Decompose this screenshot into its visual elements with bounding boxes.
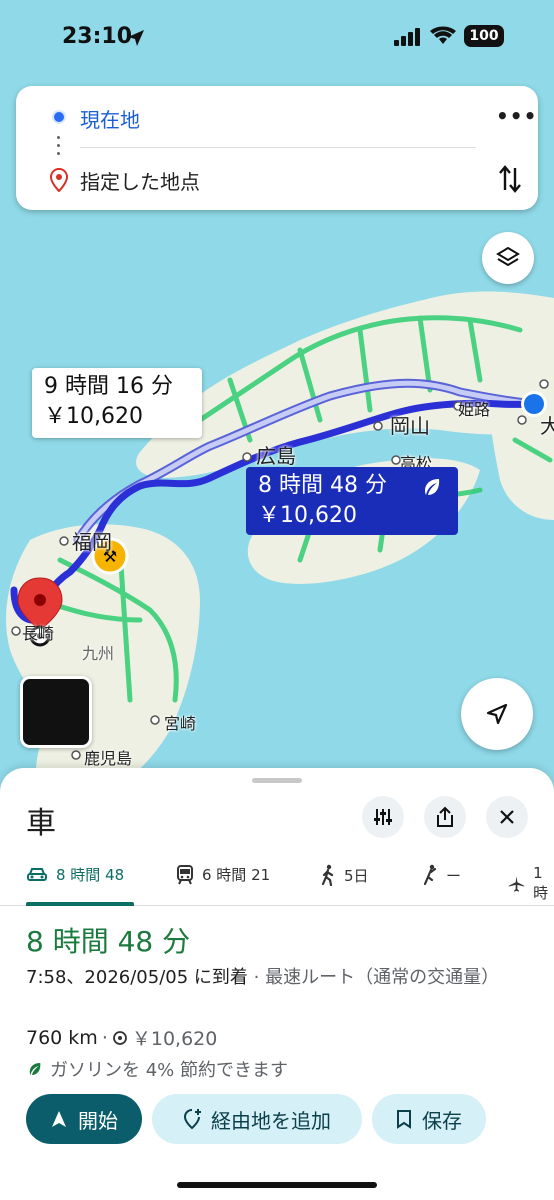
street-view-thumbnail[interactable] [20, 676, 92, 748]
leaf-icon [29, 1063, 41, 1075]
origin-dot-icon [52, 110, 66, 124]
tab-flight-label: 1時 [533, 864, 549, 902]
close-icon [500, 810, 514, 824]
directions-search-card: 現在地 ••• 指定した地点 [16, 86, 538, 210]
travel-mode-tabs: 8 時間 48 6 時間 21 5日 ー 1時 [0, 854, 554, 906]
swap-icon[interactable] [498, 164, 522, 194]
tab-ride[interactable]: ー [420, 864, 461, 886]
arrival-info: 7:58、2026/05/05 に到着 · 最速ルート（通常の交通量） [26, 964, 526, 992]
navigation-arrow-icon [486, 703, 508, 725]
close-button[interactable] [486, 796, 528, 838]
arrival-note: · 最速ルート（通常の交通量） [253, 967, 500, 988]
destination-pin-icon [50, 168, 68, 192]
plane-icon [508, 875, 525, 892]
eco-leaf-icon [425, 479, 440, 495]
layers-button[interactable] [482, 232, 534, 284]
trip-duration: 8 時間 48 分 [26, 925, 191, 958]
field-divider [80, 147, 476, 148]
bookmark-icon [397, 1110, 411, 1129]
save-button[interactable]: 保存 [372, 1094, 486, 1144]
my-location-button[interactable] [461, 678, 533, 750]
origin-field[interactable]: 現在地 [80, 104, 140, 133]
save-label: 保存 [422, 1108, 462, 1133]
main-route-bubble[interactable]: 8 時間 48 分 ￥10,620 [246, 467, 458, 535]
tab-transit[interactable]: 6 時間 21 [176, 864, 270, 885]
layers-icon [496, 246, 520, 267]
map-label-osaka: 大 [540, 414, 554, 438]
map-label-fukuoka: 福岡 [72, 530, 112, 554]
add-stop-label: 経由地を追加 [211, 1108, 331, 1133]
tab-walk-label: 5日 [344, 866, 369, 885]
wifi-icon [430, 26, 456, 44]
map-label-okayama: 岡山 [390, 414, 430, 438]
map-label-kagoshima: 鹿児島 [84, 749, 133, 768]
sheet-drag-handle[interactable] [252, 778, 302, 783]
active-tab-indicator [26, 902, 134, 906]
ride-icon [423, 864, 437, 886]
alt-route-toll: ￥10,620 [44, 404, 143, 429]
directions-sheet: 車 8 時間 48 6 時間 21 5日 ー 1時 8 時間 48 分 7:58… [0, 768, 554, 1200]
walk-icon [321, 864, 334, 886]
car-icon [27, 867, 47, 881]
alt-route-bubble[interactable]: 9 時間 16 分 ￥10,620 [32, 368, 202, 438]
toll-icon [112, 1030, 127, 1045]
eco-note-row: ガソリンを 4% 節約できます [26, 1056, 288, 1082]
mode-title: 車 [26, 806, 56, 841]
tab-drive-label: 8 時間 48 [56, 866, 125, 884]
map-label-himeji: 姫路 [458, 400, 491, 419]
tab-walk[interactable]: 5日 [320, 864, 369, 886]
navigate-arrow-icon [52, 1111, 66, 1127]
main-route-toll: ￥10,620 [258, 503, 357, 528]
status-time: 23:10 [62, 24, 133, 49]
train-icon [177, 864, 193, 884]
share-button[interactable] [424, 796, 466, 838]
main-route-time: 8 時間 48 分 [258, 473, 387, 498]
route-connector-dots [57, 136, 61, 160]
status-bar: 23:10 100 [0, 0, 554, 72]
battery-indicator: 100 [464, 25, 504, 47]
start-button[interactable]: 開始 [26, 1094, 142, 1144]
distance-line: 760 km · ￥10,620 [26, 1024, 217, 1051]
sliders-icon [374, 809, 392, 825]
tab-drive[interactable]: 8 時間 48 [26, 864, 124, 885]
map-label-kyushu: 九州 [82, 644, 115, 663]
eco-note: ガソリンを 4% 節約できます [50, 1060, 288, 1081]
signal-icon [394, 28, 420, 46]
start-button-label: 開始 [78, 1108, 118, 1133]
home-indicator [177, 1182, 377, 1188]
map-label-miyazaki: 宮崎 [164, 714, 197, 733]
trip-distance: 760 km [26, 1026, 98, 1049]
add-stop-button[interactable]: 経由地を追加 [152, 1094, 362, 1144]
arrival-time: 7:58、2026/05/05 に到着 [26, 967, 248, 988]
trip-toll: ￥10,620 [131, 1028, 218, 1050]
add-stop-icon [183, 1109, 201, 1130]
tab-transit-label: 6 時間 21 [202, 866, 271, 884]
destination-field[interactable]: 指定した地点 [80, 166, 200, 195]
alt-route-time: 9 時間 16 分 [44, 374, 173, 399]
map-label-hiroshima: 広島 [256, 444, 296, 468]
location-arrow-icon [128, 30, 144, 46]
tab-flight[interactable]: 1時 [508, 864, 554, 903]
route-options-button[interactable] [362, 796, 404, 838]
tab-ride-label: ー [446, 866, 462, 885]
more-options-icon[interactable]: ••• [496, 104, 537, 128]
map-label-nagasaki: 長崎 [22, 624, 55, 643]
share-icon [437, 806, 453, 827]
